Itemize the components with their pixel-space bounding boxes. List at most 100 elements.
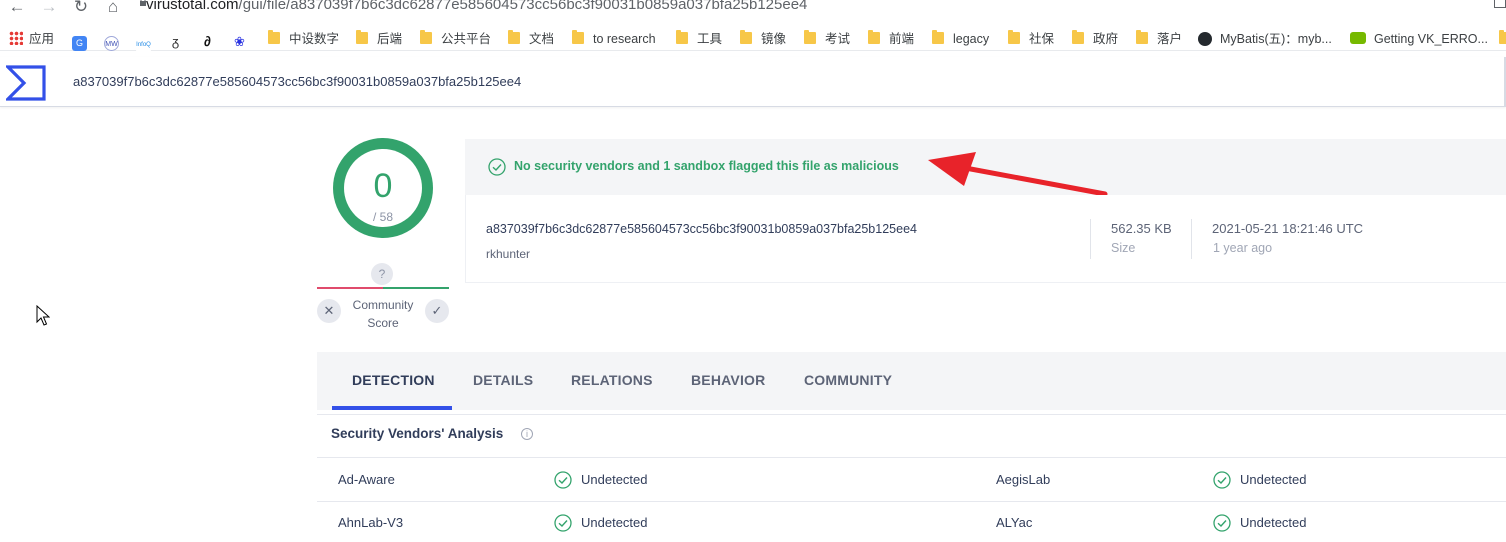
bookmark-folder[interactable]: 社保 xyxy=(1008,30,1055,47)
folder-icon xyxy=(508,30,520,44)
score-inner: 0 / 58 xyxy=(344,149,422,227)
window-control-icon[interactable] xyxy=(1494,0,1506,8)
url-host: virustotal.com xyxy=(146,0,239,13)
bookmark-label: 应用 xyxy=(29,32,55,46)
virustotal-logo-icon[interactable] xyxy=(6,65,46,101)
folder-icon xyxy=(804,30,816,44)
divider xyxy=(317,414,1506,415)
browser-address-row: ← → ↻ ⌂ virustotal.com/gui/file/a837039f… xyxy=(0,0,1506,26)
folder-icon xyxy=(268,30,280,44)
tab-detection[interactable]: DETECTION xyxy=(352,372,435,388)
reload-icon[interactable]: ↻ xyxy=(70,0,92,16)
divider xyxy=(317,457,1506,458)
bookmark-label: 社保 xyxy=(1029,32,1055,46)
bookmark-folder[interactable]: 考试 xyxy=(804,30,850,47)
folder-icon xyxy=(1136,30,1148,44)
bookmark-script[interactable]: ᵹ xyxy=(168,31,183,49)
bookmark-mybatis[interactable]: MyBatis(五)：myb... xyxy=(1198,31,1332,47)
mouse-cursor-icon xyxy=(36,305,50,326)
engine-total: / 58 xyxy=(372,210,393,224)
infoq-icon: InfoQ xyxy=(136,38,151,53)
community-score-label: Community Score xyxy=(345,296,421,332)
bookmark-folder[interactable]: 镜像 xyxy=(740,30,786,47)
folder-icon xyxy=(1072,30,1084,44)
vote-malicious-button[interactable]: ✕ xyxy=(317,299,341,323)
vendor-name: Ad-Aware xyxy=(338,472,395,487)
bookmark-curl[interactable]: ∂ xyxy=(200,31,215,49)
active-tab-indicator xyxy=(332,406,452,410)
bookmark-folder[interactable]: to research xyxy=(572,30,656,47)
analysis-date: 2021-05-21 18:21:46 UTC xyxy=(1212,221,1364,236)
bookmarks-bar: 应用 G MW InfoQ ᵹ ∂ ❀ 中设数字 后端 公共平台 文档 to r… xyxy=(0,27,1506,53)
file-name: rkhunter xyxy=(486,247,531,261)
bookmark-nvidia[interactable]: Getting VK_ERRO... xyxy=(1350,31,1488,47)
bookmark-label: 文档 xyxy=(529,32,555,46)
bookmark-folder[interactable]: 文档 xyxy=(508,30,555,47)
folder-icon xyxy=(420,30,432,44)
bookmark-mw[interactable]: MW xyxy=(104,31,119,51)
tab-details[interactable]: DETAILS xyxy=(473,372,533,388)
bookmark-label: MyBatis(五)：myb... xyxy=(1220,32,1332,46)
bookmark-label: 公共平台 xyxy=(441,32,492,46)
url-path: /gui/file/a837039f7b6c3dc62877e585604573… xyxy=(238,0,808,13)
tab-relations[interactable]: RELATIONS xyxy=(571,372,653,388)
bookmark-folder[interactable]: 前端 xyxy=(868,30,914,47)
info-icon[interactable]: i xyxy=(521,428,533,440)
divider xyxy=(1090,219,1091,259)
bookmark-folder[interactable]: 中设数字 xyxy=(268,30,340,47)
back-arrow-icon[interactable]: ← xyxy=(6,0,28,16)
file-hash[interactable]: a837039f7b6c3dc62877e585604573cc56bc3f90… xyxy=(486,222,917,236)
folder-icon xyxy=(1008,30,1020,44)
folder-icon xyxy=(676,30,688,44)
bookmark-folder[interactable]: 后端 xyxy=(356,30,402,47)
section-title: Security Vendors' Analysis xyxy=(331,426,504,441)
mw-icon: MW xyxy=(104,36,119,51)
community-bar-negative xyxy=(317,287,383,289)
vt-header: a837039f7b6c3dc62877e585604573cc56bc3f90… xyxy=(0,57,1506,107)
bookmark-infoq[interactable]: InfoQ xyxy=(136,31,151,53)
bookmark-baidu[interactable]: ❀ xyxy=(232,31,247,49)
bookmark-label: 中设数字 xyxy=(289,32,340,46)
folder-icon xyxy=(932,30,944,44)
bookmark-overflow[interactable] xyxy=(1499,30,1506,47)
forward-arrow-icon[interactable]: → xyxy=(38,0,60,16)
vendor-result: Undetected xyxy=(1240,472,1307,487)
vendor-name: AhnLab-V3 xyxy=(338,515,404,530)
community-label-line1: Community xyxy=(352,298,414,312)
home-icon[interactable]: ⌂ xyxy=(102,0,124,16)
search-input[interactable]: a837039f7b6c3dc62877e585604573cc56bc3f90… xyxy=(73,74,521,89)
github-icon xyxy=(1198,32,1212,46)
bookmark-label: legacy xyxy=(953,32,990,46)
check-circle-icon xyxy=(554,471,572,489)
tab-community[interactable]: COMMUNITY xyxy=(804,372,892,388)
bookmark-folder[interactable]: 政府 xyxy=(1072,30,1118,47)
check-circle-icon xyxy=(1213,514,1231,532)
bookmark-label: 落户 xyxy=(1157,32,1183,46)
community-score-help-icon[interactable]: ? xyxy=(371,263,393,285)
vendor-name: ALYac xyxy=(996,515,1033,530)
apps-grid-icon xyxy=(9,31,23,45)
script-icon: ᵹ xyxy=(168,34,183,49)
check-circle-icon xyxy=(554,514,572,532)
check-circle-icon xyxy=(488,158,506,176)
bookmark-label: 工具 xyxy=(697,32,723,46)
bookmark-apps[interactable]: 应用 xyxy=(9,31,54,47)
detection-score-ring: 0 / 58 xyxy=(333,138,433,238)
bookmark-folder[interactable]: 落户 xyxy=(1136,30,1183,47)
file-size: 562.35 KB xyxy=(1111,221,1172,236)
bookmark-label: Getting VK_ERRO... xyxy=(1374,32,1488,46)
vote-harmless-button[interactable]: ✓ xyxy=(425,299,449,323)
address-bar[interactable]: virustotal.com/gui/file/a837039f7b6c3dc6… xyxy=(146,0,807,13)
analysis-date-relative: 1 year ago xyxy=(1213,241,1273,255)
bookmark-folder[interactable]: 公共平台 xyxy=(420,30,492,47)
nvidia-icon xyxy=(1350,32,1366,44)
bookmark-folder[interactable]: 工具 xyxy=(676,30,723,47)
divider xyxy=(317,501,1506,502)
tab-behavior[interactable]: BEHAVIOR xyxy=(691,372,765,388)
folder-icon xyxy=(740,30,752,44)
folder-icon xyxy=(868,30,880,44)
folder-icon xyxy=(356,30,368,44)
bookmark-translate[interactable]: G xyxy=(72,31,87,51)
bookmark-folder[interactable]: legacy xyxy=(932,30,990,47)
divider xyxy=(1191,219,1192,259)
